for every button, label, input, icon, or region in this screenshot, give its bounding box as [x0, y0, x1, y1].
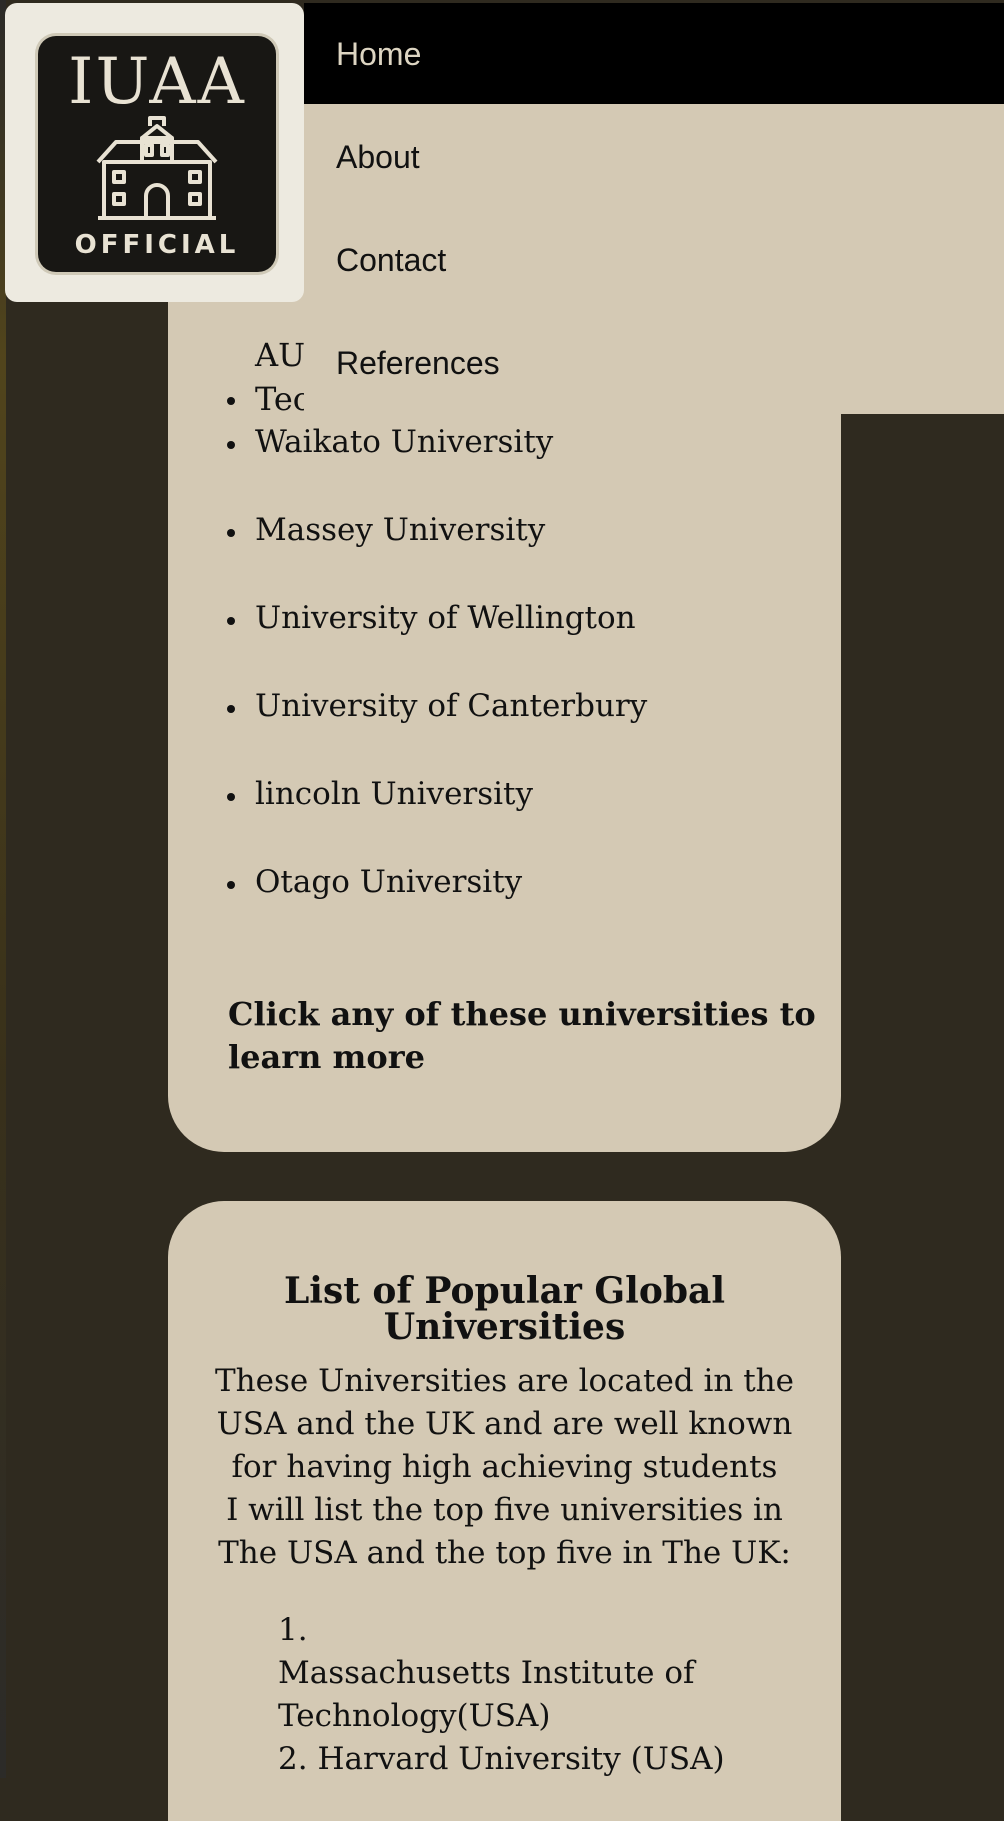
list-item: 2. Harvard University (USA): [278, 1738, 748, 1781]
list-bullet: [227, 397, 235, 405]
university-building-icon: [96, 116, 218, 220]
partial-list-item-bottom: Tec: [255, 380, 311, 418]
list-item: 1. Massachusetts Institute of Technology…: [278, 1609, 748, 1738]
university-link-lincoln[interactable]: lincoln University: [255, 779, 533, 810]
section-description: These Universities are located in the US…: [196, 1360, 813, 1575]
partial-list-item-top: AU: [255, 336, 306, 374]
university-link-canterbury[interactable]: University of Canterbury: [255, 691, 647, 722]
list-bullet: [227, 617, 235, 625]
logo-badge: IUAA OFFICIAL: [38, 36, 276, 272]
nav-item-about[interactable]: About: [336, 139, 420, 176]
university-link-waikato[interactable]: Waikato University: [255, 427, 553, 458]
list-item-number: 1.: [278, 1612, 308, 1648]
global-universities-list: 1. Massachusetts Institute of Technology…: [278, 1609, 748, 1781]
site-logo[interactable]: IUAA OFFICIAL: [5, 3, 304, 302]
logo-title: IUAA: [68, 45, 246, 119]
section-description-line-2: I will list the top five universities in…: [218, 1492, 791, 1571]
list-bullet: [227, 441, 235, 449]
list-bullet: [227, 881, 235, 889]
list-bullet: [227, 793, 235, 801]
section-description-line-1: These Universities are located in the US…: [214, 1363, 794, 1485]
university-link-massey[interactable]: Massey University: [255, 515, 545, 546]
logo-subtitle: OFFICIAL: [74, 230, 240, 260]
nav-item-home[interactable]: Home: [304, 3, 1004, 104]
nav-menu: About Contact References: [304, 104, 1004, 414]
university-link-harvard[interactable]: Harvard University (USA): [317, 1741, 724, 1777]
section-title: List of Popular Global Universities: [283, 1270, 726, 1348]
nav-label-home: Home: [336, 36, 422, 72]
nz-universities-card: AU Tec Waikato University Massey Univers…: [168, 290, 841, 1152]
global-universities-card: List of Popular Global Universities Thes…: [168, 1201, 841, 1821]
list-bullet: [227, 529, 235, 537]
list-item-number: 2.: [278, 1741, 308, 1777]
university-link-otago[interactable]: Otago University: [255, 867, 522, 898]
learn-more-instruction: Click any of these universities to learn…: [228, 995, 816, 1076]
nav-item-references[interactable]: References: [336, 345, 500, 382]
university-link-wellington[interactable]: University of Wellington: [255, 603, 636, 634]
nav-item-contact[interactable]: Contact: [336, 242, 446, 279]
list-bullet: [227, 705, 235, 713]
university-link-mit[interactable]: Massachusetts Institute of Technology(US…: [278, 1655, 694, 1734]
